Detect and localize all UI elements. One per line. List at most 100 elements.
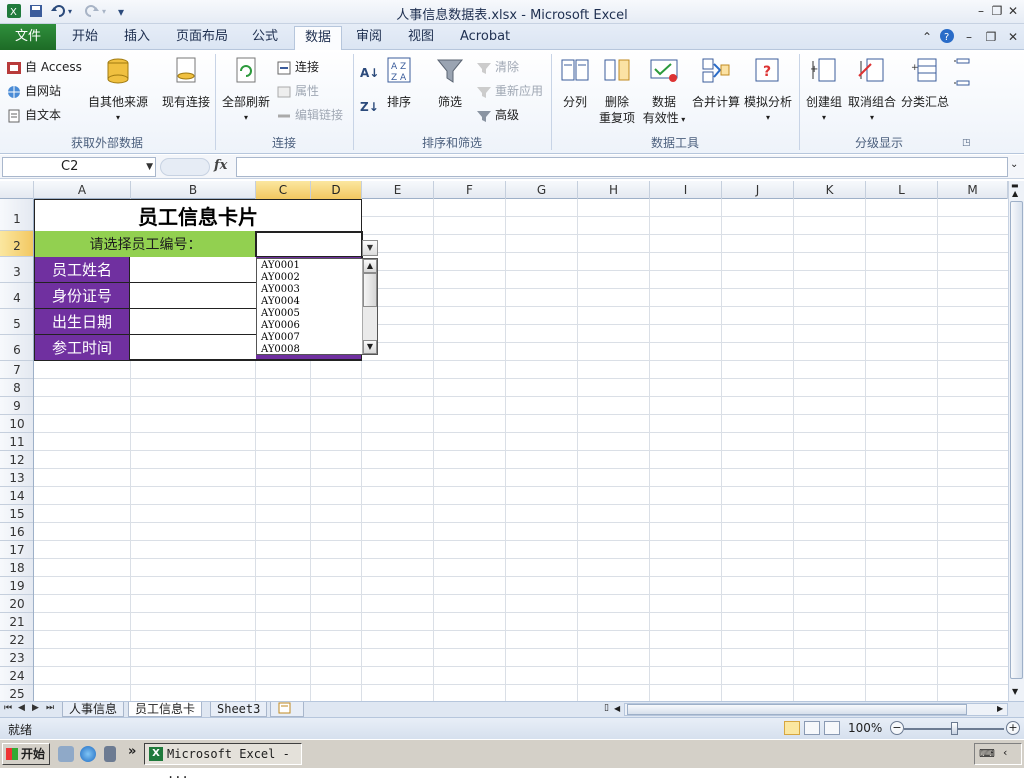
first-sheet-icon[interactable]: ⏮ xyxy=(4,703,12,713)
row-header[interactable]: 19 xyxy=(0,577,33,595)
show-detail-icon[interactable] xyxy=(954,58,970,75)
select-all-corner[interactable] xyxy=(0,181,34,199)
refresh-all-button[interactable]: 全部刷新 ▾ xyxy=(220,56,272,126)
horizontal-scroll-thumb[interactable] xyxy=(627,704,967,715)
sort-descending-icon[interactable]: Z↓ xyxy=(360,100,379,114)
tab-page-layout[interactable]: 页面布局 xyxy=(166,26,238,50)
from-other-sources-button[interactable]: 自其他来源 ▾ xyxy=(86,56,150,126)
dropdown-option[interactable]: AY0008 xyxy=(261,344,300,354)
row-header[interactable]: 25 xyxy=(0,685,33,701)
column-header[interactable]: J xyxy=(722,181,794,199)
tab-split-handle-icon[interactable]: ▯ xyxy=(604,703,609,713)
worksheet-grid[interactable]: 员工信息卡片 请选择员工编号： 员工姓名 身份证号 出生日期 参工时间 xyxy=(34,199,1008,701)
close-button[interactable]: ✕ xyxy=(1004,2,1022,20)
vertical-scroll-thumb[interactable] xyxy=(1010,201,1023,679)
desktop-icon[interactable] xyxy=(58,746,74,762)
row-header[interactable]: 24 xyxy=(0,667,33,685)
data-validation-button[interactable]: 数据 有效性 ▾ xyxy=(640,56,688,128)
tab-home[interactable]: 开始 xyxy=(62,26,108,50)
dropdown-option[interactable]: AY0001 xyxy=(261,260,300,272)
row-header[interactable]: 13 xyxy=(0,469,33,487)
field-value-work-start[interactable] xyxy=(130,335,256,361)
row-header[interactable]: 16 xyxy=(0,523,33,541)
row-header[interactable]: 14 xyxy=(0,487,33,505)
vertical-scrollbar[interactable]: ▬ ▲ ▼ xyxy=(1008,181,1024,701)
field-label-id-number[interactable]: 身份证号 xyxy=(34,283,130,309)
remove-duplicates-button[interactable]: 删除 重复项 xyxy=(598,56,636,126)
field-value-birth-date[interactable] xyxy=(130,309,256,335)
zoom-in-icon[interactable]: + xyxy=(1006,721,1020,735)
row-header[interactable]: 10 xyxy=(0,415,33,433)
dropdown-option[interactable]: AY0003 xyxy=(261,284,300,296)
advanced-filter-button[interactable]: 高级 xyxy=(476,108,519,123)
validation-dropdown-list[interactable]: AY0001 AY0002 AY0003 AY0004 AY0005 AY000… xyxy=(256,258,378,355)
scroll-down-icon[interactable]: ▼ xyxy=(1012,687,1018,696)
row-header[interactable]: 22 xyxy=(0,631,33,649)
column-header[interactable]: D xyxy=(311,181,362,199)
insert-function-icon[interactable]: fx xyxy=(214,158,227,173)
formula-input[interactable] xyxy=(236,157,1008,177)
what-if-analysis-button[interactable]: ? 模拟分析 ▾ xyxy=(744,56,792,126)
field-value-name[interactable] xyxy=(130,257,256,283)
dropdown-option[interactable]: AY0002 xyxy=(261,272,300,284)
scroll-right-icon[interactable]: ▶ xyxy=(997,704,1003,713)
more-icon[interactable]: » xyxy=(128,744,136,759)
help-icon[interactable]: ? xyxy=(938,28,956,46)
filter-button[interactable]: 筛选 xyxy=(430,56,470,110)
column-header[interactable]: L xyxy=(866,181,938,199)
scroll-up-icon[interactable]: ▲ xyxy=(363,259,377,273)
row-header[interactable]: 3 xyxy=(0,257,33,283)
chevron-down-icon[interactable]: ▼ xyxy=(146,158,153,176)
employee-id-prompt[interactable]: 请选择员工编号： xyxy=(34,231,256,257)
column-header[interactable]: B xyxy=(131,181,256,199)
row-header[interactable]: 9 xyxy=(0,397,33,415)
workbook-restore-button[interactable]: ❐ xyxy=(982,28,1000,46)
horizontal-scrollbar[interactable]: ◀ ▶ xyxy=(614,703,1008,716)
sort-button[interactable]: A ZZ A 排序 xyxy=(380,56,418,110)
row-header[interactable]: 11 xyxy=(0,433,33,451)
column-header[interactable]: F xyxy=(434,181,506,199)
dropdown-option[interactable]: AY0007 xyxy=(261,332,300,344)
column-header[interactable]: H xyxy=(578,181,650,199)
row-header[interactable]: 12 xyxy=(0,451,33,469)
hide-detail-icon[interactable] xyxy=(954,80,970,97)
column-header[interactable]: I xyxy=(650,181,722,199)
ie-icon[interactable] xyxy=(80,746,96,762)
field-label-work-start[interactable]: 参工时间 xyxy=(34,335,130,361)
dropdown-option[interactable]: AY0006 xyxy=(261,320,300,332)
sheet-tab[interactable]: 人事信息 xyxy=(62,702,125,717)
row-header[interactable]: 7 xyxy=(0,361,33,379)
page-layout-view-icon[interactable] xyxy=(804,721,820,735)
consolidate-button[interactable]: 合并计算 xyxy=(690,56,742,110)
scroll-down-icon[interactable]: ▼ xyxy=(363,340,377,354)
field-value-id-number[interactable] xyxy=(130,283,256,309)
workbook-minimize-button[interactable]: – xyxy=(960,28,978,46)
validation-dropdown-button[interactable]: ▼ xyxy=(362,240,378,256)
column-header[interactable]: A xyxy=(34,181,131,199)
row-header[interactable]: 6 xyxy=(0,335,33,361)
prev-sheet-icon[interactable]: ◀ xyxy=(18,703,25,713)
tab-insert[interactable]: 插入 xyxy=(114,26,160,50)
from-web-button[interactable]: 自网站 xyxy=(6,84,61,99)
row-header[interactable]: 15 xyxy=(0,505,33,523)
next-sheet-icon[interactable]: ▶ xyxy=(32,703,39,713)
dropdown-option[interactable]: AY0004 xyxy=(261,296,300,308)
row-header[interactable]: 18 xyxy=(0,559,33,577)
tray-expand-icon[interactable]: ‹ xyxy=(1003,746,1007,759)
last-sheet-icon[interactable]: ⏭ xyxy=(46,703,54,713)
dialog-launcher-icon[interactable]: ◳ xyxy=(962,136,971,150)
column-header[interactable]: C xyxy=(256,181,311,199)
row-header[interactable]: 2 xyxy=(0,231,33,257)
column-header[interactable]: M xyxy=(938,181,1008,199)
tab-review[interactable]: 审阅 xyxy=(346,26,392,50)
tab-view[interactable]: 视图 xyxy=(398,26,444,50)
media-icon[interactable] xyxy=(104,746,116,762)
normal-view-icon[interactable] xyxy=(784,721,800,735)
tab-formulas[interactable]: 公式 xyxy=(242,26,288,50)
row-header[interactable]: 20 xyxy=(0,595,33,613)
field-label-birth-date[interactable]: 出生日期 xyxy=(34,309,130,335)
column-header[interactable]: G xyxy=(506,181,578,199)
field-label-name[interactable]: 员工姓名 xyxy=(34,257,130,283)
scroll-thumb[interactable] xyxy=(363,273,377,307)
tab-acrobat[interactable]: Acrobat xyxy=(450,26,520,50)
